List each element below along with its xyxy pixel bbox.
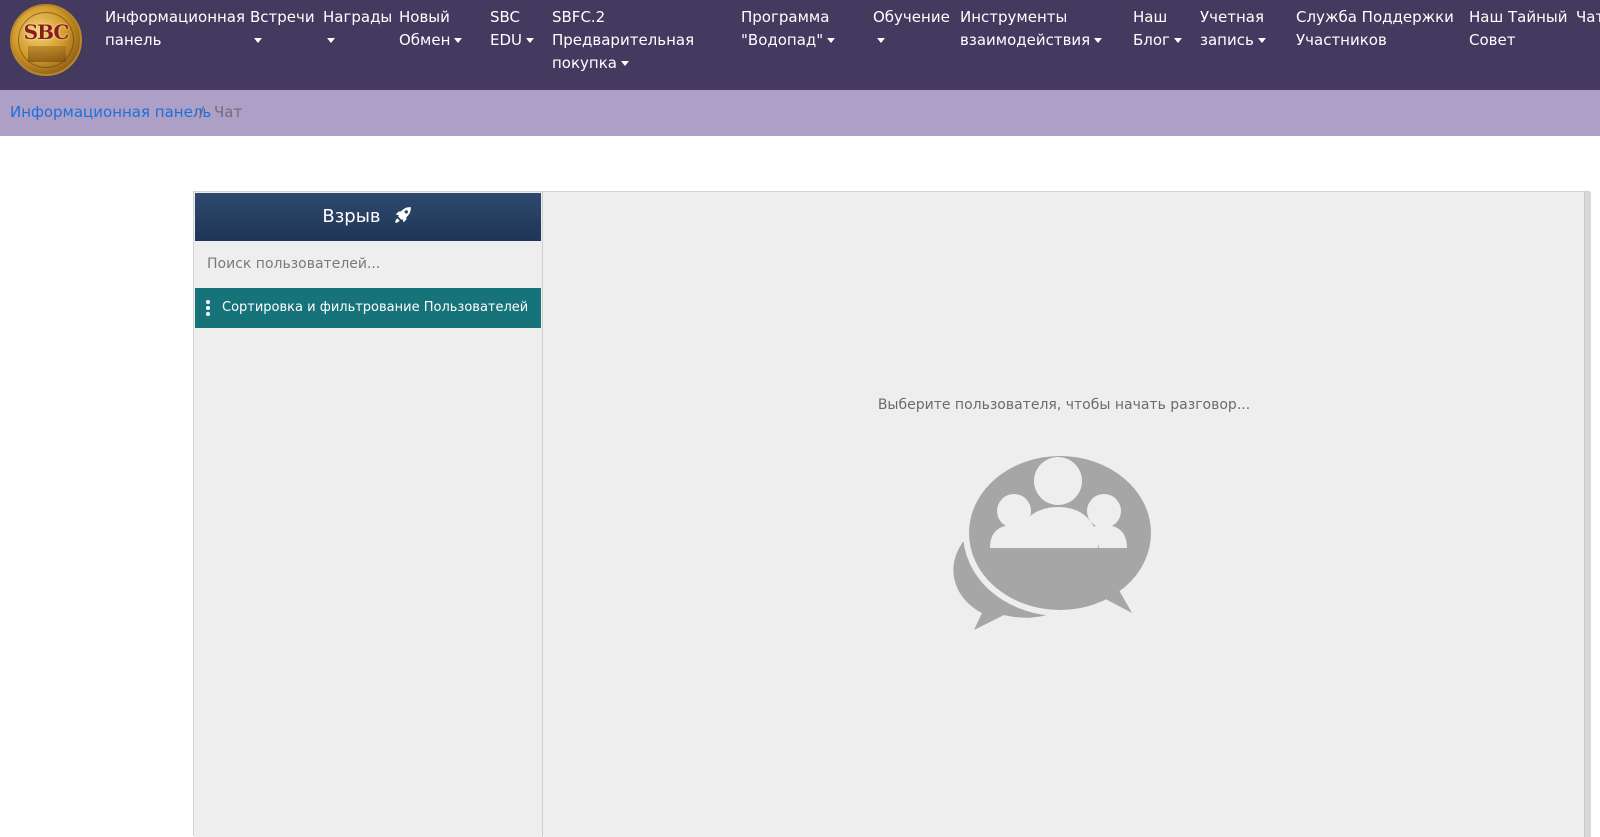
- nav-label: Блог: [1133, 31, 1170, 49]
- breadcrumb-link-dashboard[interactable]: Информационная панель: [10, 103, 211, 121]
- nav-label: SBFC.2: [552, 8, 606, 26]
- sbc-logo[interactable]: SBC: [10, 4, 82, 76]
- breadcrumb-current: Чат: [214, 103, 243, 121]
- chevron-down-icon: [254, 38, 262, 43]
- user-search-input[interactable]: [195, 241, 541, 287]
- nav-education[interactable]: Обучение: [873, 6, 950, 52]
- chevron-down-icon: [877, 38, 885, 43]
- vertical-scrollbar[interactable]: [1584, 192, 1591, 837]
- nav-interaction-tools[interactable]: Инструменты взаимодействия: [960, 6, 1103, 52]
- logo-text: SBC: [23, 20, 70, 44]
- nav-waterfall-program[interactable]: Программа "Водопад": [741, 6, 836, 52]
- nav-chat[interactable]: Чат: [1576, 6, 1600, 29]
- nav-member-support[interactable]: Служба Поддержки Участников: [1296, 6, 1454, 52]
- nav-sbfc-presale[interactable]: SBFC.2 Предварительная покупка: [552, 6, 694, 75]
- nav-label: EDU: [490, 31, 523, 49]
- chevron-down-icon: [1173, 38, 1182, 43]
- sidebar-title: Взрыв: [322, 206, 381, 227]
- nav-rewards[interactable]: Награды: [323, 6, 392, 52]
- nav-label: взаимодействия: [960, 31, 1091, 49]
- breadcrumb-separator: /: [199, 103, 205, 121]
- chevron-down-icon: [620, 61, 629, 66]
- chevron-down-icon: [327, 38, 335, 43]
- nav-label: запись: [1200, 31, 1254, 49]
- breadcrumb: Информационная панель / Чат: [0, 90, 1600, 136]
- rocket-icon: [394, 207, 411, 223]
- nav-label: панель: [105, 31, 162, 49]
- nav-label: Программа: [741, 8, 830, 26]
- sidebar-header: Взрыв: [195, 193, 541, 241]
- nav-label: Инструменты: [960, 8, 1068, 26]
- nav-blog[interactable]: Наш Блог: [1133, 6, 1182, 52]
- chevron-down-icon: [454, 38, 463, 43]
- conversation-pane: Выберите пользователя, чтобы начать разг…: [544, 192, 1584, 837]
- nav-label: "Водопад": [741, 31, 824, 49]
- nav-secret-council[interactable]: Наш Тайный Совет: [1469, 6, 1567, 52]
- top-navbar: SBC Информационная панель Встречи Наград…: [0, 0, 1600, 90]
- chat-sidebar: Взрыв Сортировка и фильтрование Пользова…: [194, 192, 543, 837]
- kebab-icon: [206, 300, 210, 316]
- nav-label: Участников: [1296, 31, 1387, 49]
- nav-label: SBC: [490, 8, 521, 26]
- nav-label: Наш Тайный: [1469, 8, 1568, 26]
- nav-label: Чат: [1576, 8, 1600, 26]
- nav-label: Обучение: [873, 8, 950, 26]
- nav-label: Совет: [1469, 31, 1516, 49]
- nav-label: покупка: [552, 54, 617, 72]
- empty-state-text: Выберите пользователя, чтобы начать разг…: [877, 397, 1251, 413]
- nav-label: Встречи: [250, 8, 315, 26]
- nav-sbc-edu[interactable]: SBC EDU: [490, 6, 535, 52]
- nav-label: Награды: [323, 8, 393, 26]
- nav-meetings[interactable]: Встречи: [250, 6, 315, 52]
- nav-label: Наш: [1133, 8, 1168, 26]
- nav-dashboard[interactable]: Информационная панель: [105, 6, 245, 52]
- chevron-down-icon: [1094, 38, 1103, 43]
- chevron-down-icon: [526, 38, 535, 43]
- nav-label: Обмен: [399, 31, 451, 49]
- chevron-down-icon: [1257, 38, 1266, 43]
- nav-label: Служба Поддержки: [1296, 8, 1454, 26]
- nav-account[interactable]: Учетная запись: [1200, 6, 1266, 52]
- nav-new-exchange[interactable]: Новый Обмен: [399, 6, 463, 52]
- sort-filter-label: Сортировка и фильтрование Пользователей: [222, 300, 529, 315]
- chat-container: Взрыв Сортировка и фильтрование Пользова…: [193, 191, 1591, 837]
- sort-filter-users-button[interactable]: Сортировка и фильтрование Пользователей: [195, 288, 541, 328]
- nav-label: Предварительная: [552, 31, 695, 49]
- nav-label: Новый: [399, 8, 450, 26]
- chat-users-icon: [953, 450, 1157, 630]
- nav-label: Информационная: [105, 8, 246, 26]
- nav-label: Учетная: [1200, 8, 1264, 26]
- chevron-down-icon: [827, 38, 836, 43]
- logo-building: [28, 46, 66, 62]
